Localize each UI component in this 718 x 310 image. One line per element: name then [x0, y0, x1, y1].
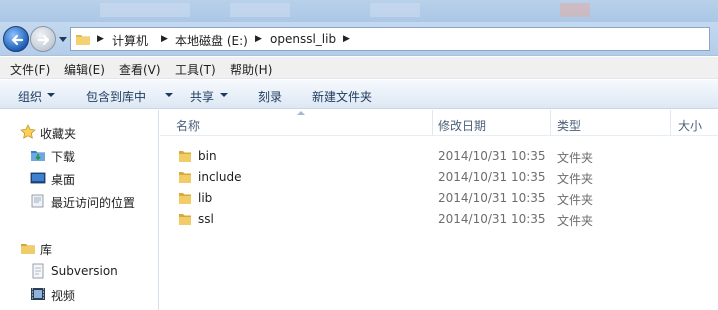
organize-dropdown-icon[interactable]	[47, 93, 55, 97]
library-icon	[21, 244, 35, 254]
file-type: 文件夹	[557, 151, 594, 165]
nav-label: 最近访问的位置	[51, 196, 136, 210]
column-header-name[interactable]: 名称	[176, 117, 200, 134]
column-header-date-modified[interactable]: 修改日期	[438, 117, 486, 134]
file-type: 文件夹	[557, 214, 594, 228]
nav-label: 下载	[51, 150, 76, 164]
menu-view[interactable]: 查看(V)	[119, 61, 161, 78]
file-date: 2014/10/31 10:35	[438, 170, 546, 184]
recent-places-icon	[31, 194, 44, 208]
file-date: 2014/10/31 10:35	[438, 149, 546, 163]
nav-favorites[interactable]: 收藏夹	[0, 122, 158, 142]
file-list: 名称 修改日期 类型 大小 bin 2014/10/31 10:35 文件夹 i…	[160, 110, 718, 310]
star-icon	[20, 124, 36, 139]
column-divider[interactable]	[670, 110, 671, 136]
breadcrumb-separator-icon[interactable]: ▶	[97, 34, 104, 44]
nav-label: Subversion	[51, 264, 118, 278]
folder-icon	[179, 193, 191, 204]
command-bar: 组织 包含到库中 共享 刻录 新建文件夹	[0, 80, 718, 109]
folder-icon	[179, 151, 191, 162]
table-row[interactable]: bin 2014/10/31 10:35 文件夹	[172, 146, 712, 166]
table-row[interactable]: ssl 2014/10/31 10:35 文件夹	[172, 209, 712, 229]
folder-icon	[179, 214, 191, 225]
table-row[interactable]: include 2014/10/31 10:35 文件夹	[172, 167, 712, 187]
column-divider[interactable]	[550, 110, 551, 136]
column-divider[interactable]	[432, 110, 433, 136]
nav-label: 桌面	[51, 173, 76, 187]
file-date: 2014/10/31 10:35	[438, 212, 546, 226]
organize-button[interactable]: 组织	[18, 88, 42, 105]
navigation-pane: 收藏夹 下载 桌面 最近访问的位置 库 Subversion 视频	[0, 110, 159, 310]
share-button[interactable]: 共享	[190, 88, 214, 105]
file-date: 2014/10/31 10:35	[438, 191, 546, 205]
include-in-library-dropdown-icon[interactable]	[165, 93, 173, 97]
new-folder-button[interactable]: 新建文件夹	[312, 88, 372, 105]
nav-downloads[interactable]: 下载	[0, 145, 158, 165]
include-in-library-button[interactable]: 包含到库中	[86, 88, 146, 105]
nav-libraries[interactable]: 库	[0, 238, 158, 258]
title-bar	[0, 0, 718, 22]
nav-label: 库	[40, 243, 53, 257]
folder-icon	[76, 35, 90, 45]
file-name: lib	[198, 191, 213, 205]
breadcrumb-computer[interactable]: 计算机	[112, 32, 148, 49]
file-type: 文件夹	[557, 172, 594, 186]
breadcrumb-separator-icon[interactable]: ▶	[255, 34, 262, 44]
address-row: ▶ 计算机 ▶ 本地磁盘 (E:) ▶ openssl_lib ▶	[0, 22, 718, 56]
table-row[interactable]: lib 2014/10/31 10:35 文件夹	[172, 188, 712, 208]
breadcrumb-openssl-lib[interactable]: openssl_lib	[270, 32, 336, 46]
column-header-size[interactable]: 大小	[678, 117, 702, 134]
desktop-icon	[30, 172, 46, 184]
menu-tools[interactable]: 工具(T)	[175, 61, 216, 78]
forward-button[interactable]	[30, 26, 56, 52]
video-library-icon	[31, 288, 45, 300]
nav-label: 视频	[51, 289, 76, 303]
nav-subversion[interactable]: Subversion	[0, 261, 158, 281]
nav-videos[interactable]: 视频	[0, 284, 158, 304]
nav-desktop[interactable]: 桌面	[0, 168, 158, 188]
breadcrumb-local-disk[interactable]: 本地磁盘 (E:)	[175, 32, 248, 49]
column-header-row: 名称 修改日期 类型 大小	[160, 110, 718, 136]
nav-label: 收藏夹	[40, 127, 77, 141]
file-name: ssl	[198, 212, 214, 226]
breadcrumb-separator-icon[interactable]: ▶	[161, 34, 168, 44]
download-folder-icon	[31, 151, 45, 161]
file-name: include	[198, 170, 242, 184]
forward-arrow-icon	[37, 34, 50, 46]
address-bar[interactable]: ▶ 计算机 ▶ 本地磁盘 (E:) ▶ openssl_lib ▶	[70, 27, 710, 51]
back-button[interactable]	[3, 26, 29, 52]
back-arrow-icon	[11, 34, 24, 46]
file-name: bin	[198, 149, 217, 163]
breadcrumb-separator-icon[interactable]: ▶	[343, 34, 350, 44]
menu-bar: 文件(F) 编辑(E) 查看(V) 工具(T) 帮助(H)	[0, 57, 718, 79]
burn-button[interactable]: 刻录	[258, 88, 282, 105]
column-header-type[interactable]: 类型	[557, 117, 581, 134]
sort-ascending-icon	[297, 111, 305, 115]
menu-file[interactable]: 文件(F)	[10, 61, 50, 78]
history-dropdown-icon[interactable]	[58, 34, 68, 44]
nav-recent-places[interactable]: 最近访问的位置	[0, 191, 158, 211]
menu-help[interactable]: 帮助(H)	[230, 61, 272, 78]
share-dropdown-icon[interactable]	[220, 93, 228, 97]
folder-icon	[179, 172, 191, 183]
subversion-library-icon	[32, 263, 44, 279]
menu-edit[interactable]: 编辑(E)	[64, 61, 105, 78]
file-type: 文件夹	[557, 193, 594, 207]
